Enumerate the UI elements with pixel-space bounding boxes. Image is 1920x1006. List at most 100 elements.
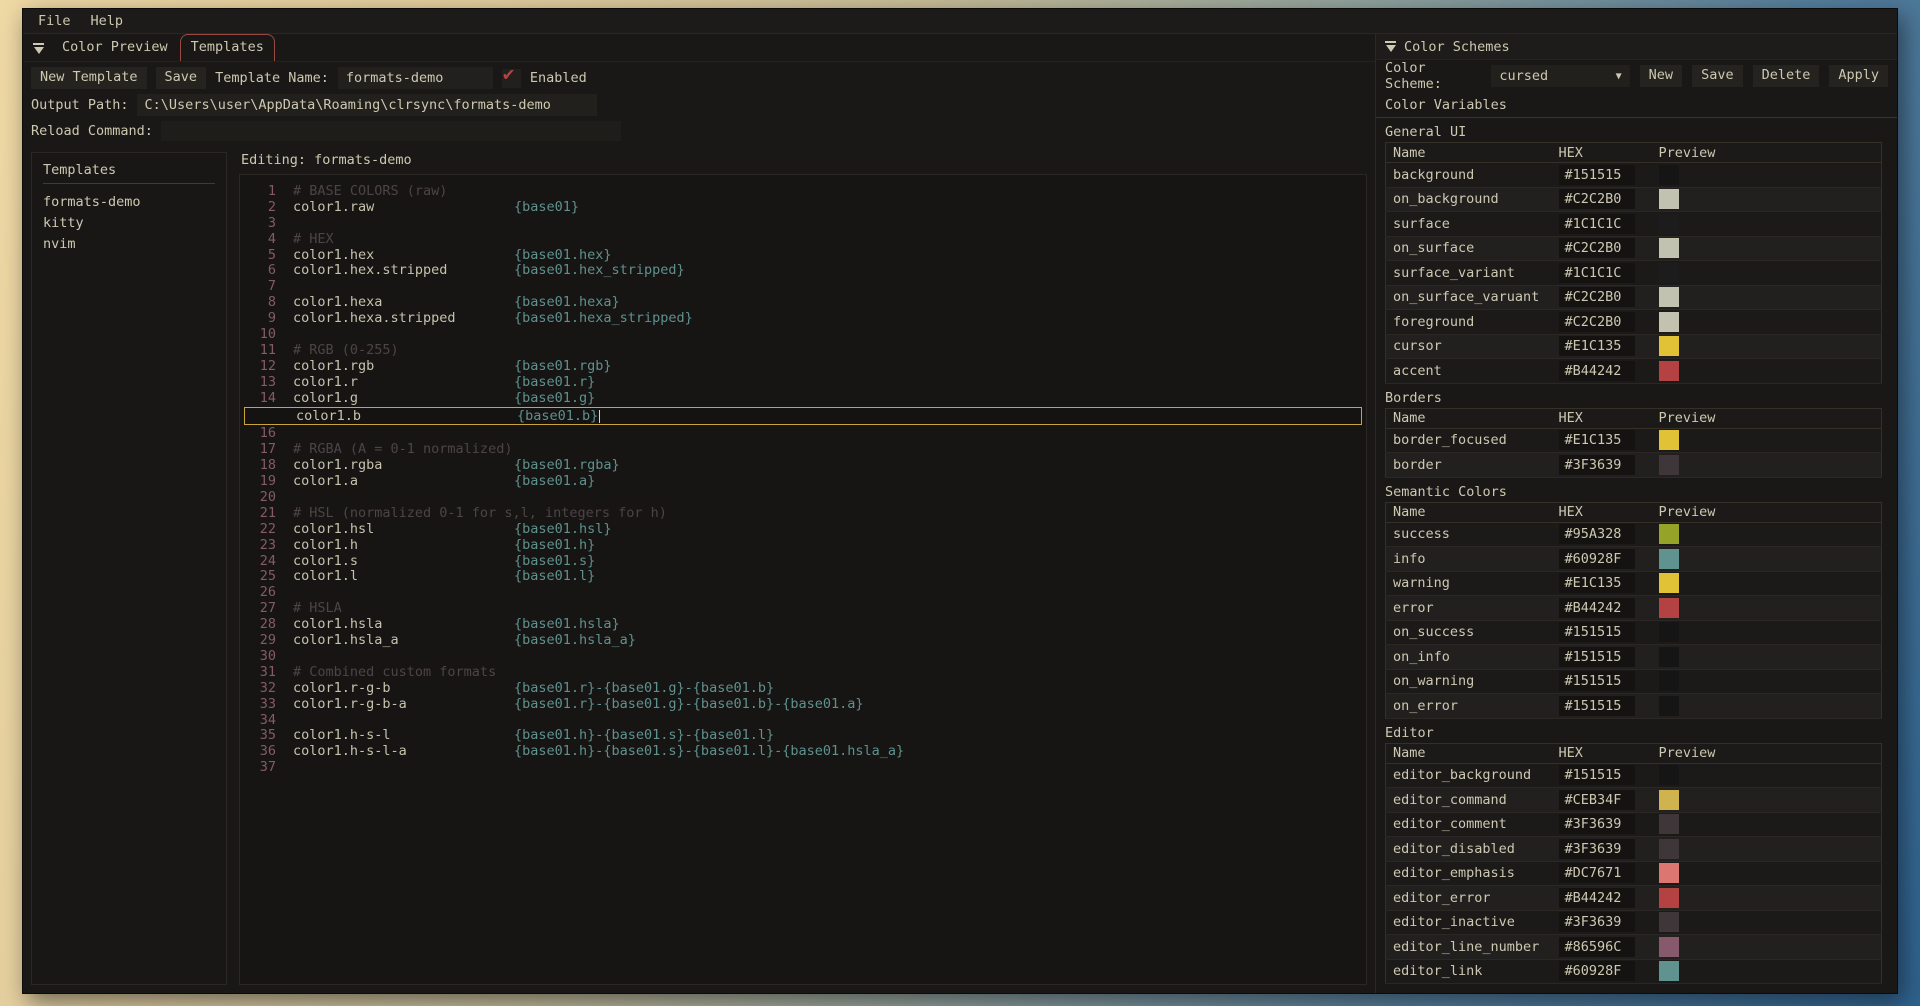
save-scheme-button[interactable]: Save — [1692, 65, 1743, 87]
template-list-item[interactable]: nvim — [43, 234, 215, 255]
color-swatch[interactable] — [1659, 696, 1679, 716]
color-swatch[interactable] — [1659, 647, 1679, 667]
hex-value-input[interactable]: #3F3639 — [1559, 455, 1635, 475]
editor-line[interactable]: 9color1.hexa.stripped{base01.hexa_stripp… — [242, 311, 1364, 327]
color-swatch[interactable] — [1659, 189, 1679, 209]
color-swatch[interactable] — [1659, 573, 1679, 593]
hex-value-input[interactable]: #151515 — [1559, 765, 1635, 785]
color-swatch[interactable] — [1659, 765, 1679, 785]
editor-line[interactable]: 21# HSL (normalized 0-1 for s,l, integer… — [242, 506, 1364, 522]
editor-line[interactable]: 30 — [242, 649, 1364, 665]
editor-line[interactable]: 16 — [242, 426, 1364, 442]
hex-value-input[interactable]: #151515 — [1559, 671, 1635, 691]
hex-value-input[interactable]: #E1C135 — [1559, 430, 1635, 450]
color-swatch[interactable] — [1659, 839, 1679, 859]
editor-line-focused[interactable]: color1.b{base01.b} — [244, 407, 1362, 425]
editor-line[interactable]: 26 — [242, 585, 1364, 601]
editor-line[interactable]: 8color1.hexa{base01.hexa} — [242, 295, 1364, 311]
editor-line[interactable]: 7 — [242, 279, 1364, 295]
hex-value-input[interactable]: #C2C2B0 — [1559, 238, 1635, 258]
color-swatch[interactable] — [1659, 671, 1679, 691]
color-swatch[interactable] — [1659, 937, 1679, 957]
color-swatch[interactable] — [1659, 312, 1679, 332]
editor-line[interactable]: 3 — [242, 216, 1364, 232]
editor-line[interactable]: 11# RGB (0-255) — [242, 343, 1364, 359]
template-name-input[interactable]: formats-demo — [338, 67, 493, 89]
color-swatch[interactable] — [1659, 524, 1679, 544]
editor-line[interactable]: 20 — [242, 490, 1364, 506]
editor-line[interactable]: 35color1.h-s-l{base01.h}-{base01.s}-{bas… — [242, 728, 1364, 744]
hex-value-input[interactable]: #1C1C1C — [1559, 263, 1635, 283]
hex-value-input[interactable]: #B44242 — [1559, 888, 1635, 908]
editor-line[interactable]: 17# RGBA (A = 0-1 normalized) — [242, 442, 1364, 458]
delete-scheme-button[interactable]: Delete — [1753, 65, 1820, 87]
new-scheme-button[interactable]: New — [1640, 65, 1682, 87]
hex-value-input[interactable]: #3F3639 — [1559, 814, 1635, 834]
editor-line[interactable]: 10 — [242, 327, 1364, 343]
hex-value-input[interactable]: #60928F — [1559, 549, 1635, 569]
editor-line[interactable]: 28color1.hsla{base01.hsla} — [242, 617, 1364, 633]
menu-file[interactable]: File — [29, 11, 80, 31]
hex-value-input[interactable]: #E1C135 — [1559, 573, 1635, 593]
hex-value-input[interactable]: #151515 — [1559, 622, 1635, 642]
editor-line[interactable]: 25color1.l{base01.l} — [242, 569, 1364, 585]
editor-line[interactable]: 33color1.r-g-b-a{base01.r}-{base01.g}-{b… — [242, 697, 1364, 713]
hex-value-input[interactable]: #95A328 — [1559, 524, 1635, 544]
enabled-checkbox[interactable]: ✔ — [502, 69, 521, 88]
tab-color-preview[interactable]: Color Preview — [52, 35, 178, 61]
hex-value-input[interactable]: #151515 — [1559, 647, 1635, 667]
editor-line[interactable]: 13color1.r{base01.r} — [242, 375, 1364, 391]
hex-value-input[interactable]: #DC7671 — [1559, 863, 1635, 883]
hex-value-input[interactable]: #60928F — [1559, 961, 1635, 981]
editor-line[interactable]: 24color1.s{base01.s} — [242, 554, 1364, 570]
editor-line[interactable]: 31# Combined custom formats — [242, 665, 1364, 681]
editor-line[interactable]: 23color1.h{base01.h} — [242, 538, 1364, 554]
hex-value-input[interactable]: #151515 — [1559, 165, 1635, 185]
editor-line[interactable]: 1# BASE COLORS (raw) — [242, 184, 1364, 200]
hex-value-input[interactable]: #86596C — [1559, 937, 1635, 957]
menu-help[interactable]: Help — [82, 11, 133, 31]
color-swatch[interactable] — [1659, 263, 1679, 283]
apply-scheme-button[interactable]: Apply — [1829, 65, 1888, 87]
output-path-input[interactable]: C:\Users\user\AppData\Roaming\clrsync\fo… — [137, 94, 597, 116]
color-swatch[interactable] — [1659, 361, 1679, 381]
color-swatch[interactable] — [1659, 863, 1679, 883]
editor-line[interactable]: 36color1.h-s-l-a{base01.h}-{base01.s}-{b… — [242, 744, 1364, 760]
color-swatch[interactable] — [1659, 430, 1679, 450]
color-swatch[interactable] — [1659, 790, 1679, 810]
hex-value-input[interactable]: #151515 — [1559, 696, 1635, 716]
color-swatch[interactable] — [1659, 598, 1679, 618]
hex-value-input[interactable]: #E1C135 — [1559, 336, 1635, 356]
color-swatch[interactable] — [1659, 961, 1679, 981]
hex-value-input[interactable]: #C2C2B0 — [1559, 189, 1635, 209]
color-scheme-select[interactable]: cursed ▼ — [1491, 65, 1629, 87]
editor-line[interactable]: 5color1.hex{base01.hex} — [242, 248, 1364, 264]
new-template-button[interactable]: New Template — [31, 67, 147, 89]
hex-value-input[interactable]: #3F3639 — [1559, 912, 1635, 932]
editor-line[interactable]: 12color1.rgb{base01.rgb} — [242, 359, 1364, 375]
color-swatch[interactable] — [1659, 238, 1679, 258]
editor-line[interactable]: 4# HEX — [242, 232, 1364, 248]
editor-line[interactable]: 2color1.raw{base01} — [242, 200, 1364, 216]
save-template-button[interactable]: Save — [156, 67, 207, 89]
editor-line[interactable]: 32color1.r-g-b{base01.r}-{base01.g}-{bas… — [242, 681, 1364, 697]
color-swatch[interactable] — [1659, 214, 1679, 234]
editor-line[interactable]: 27# HSLA — [242, 601, 1364, 617]
hex-value-input[interactable]: #CEB34F — [1559, 790, 1635, 810]
color-swatch[interactable] — [1659, 165, 1679, 185]
editor-line[interactable]: 22color1.hsl{base01.hsl} — [242, 522, 1364, 538]
color-swatch[interactable] — [1659, 287, 1679, 307]
template-list-item[interactable]: formats-demo — [43, 192, 215, 213]
editor-line[interactable]: 37 — [242, 760, 1364, 776]
reload-command-input[interactable] — [161, 121, 621, 141]
hex-value-input[interactable]: #B44242 — [1559, 361, 1635, 381]
editor-line[interactable]: 19color1.a{base01.a} — [242, 474, 1364, 490]
color-swatch[interactable] — [1659, 622, 1679, 642]
color-swatch[interactable] — [1659, 336, 1679, 356]
editor-line[interactable]: 14color1.g{base01.g} — [242, 391, 1364, 407]
hex-value-input[interactable]: #C2C2B0 — [1559, 287, 1635, 307]
color-swatch[interactable] — [1659, 549, 1679, 569]
hex-value-input[interactable]: #B44242 — [1559, 598, 1635, 618]
editor-line[interactable]: 6color1.hex.stripped{base01.hex_stripped… — [242, 263, 1364, 279]
hex-value-input[interactable]: #3F3639 — [1559, 839, 1635, 859]
